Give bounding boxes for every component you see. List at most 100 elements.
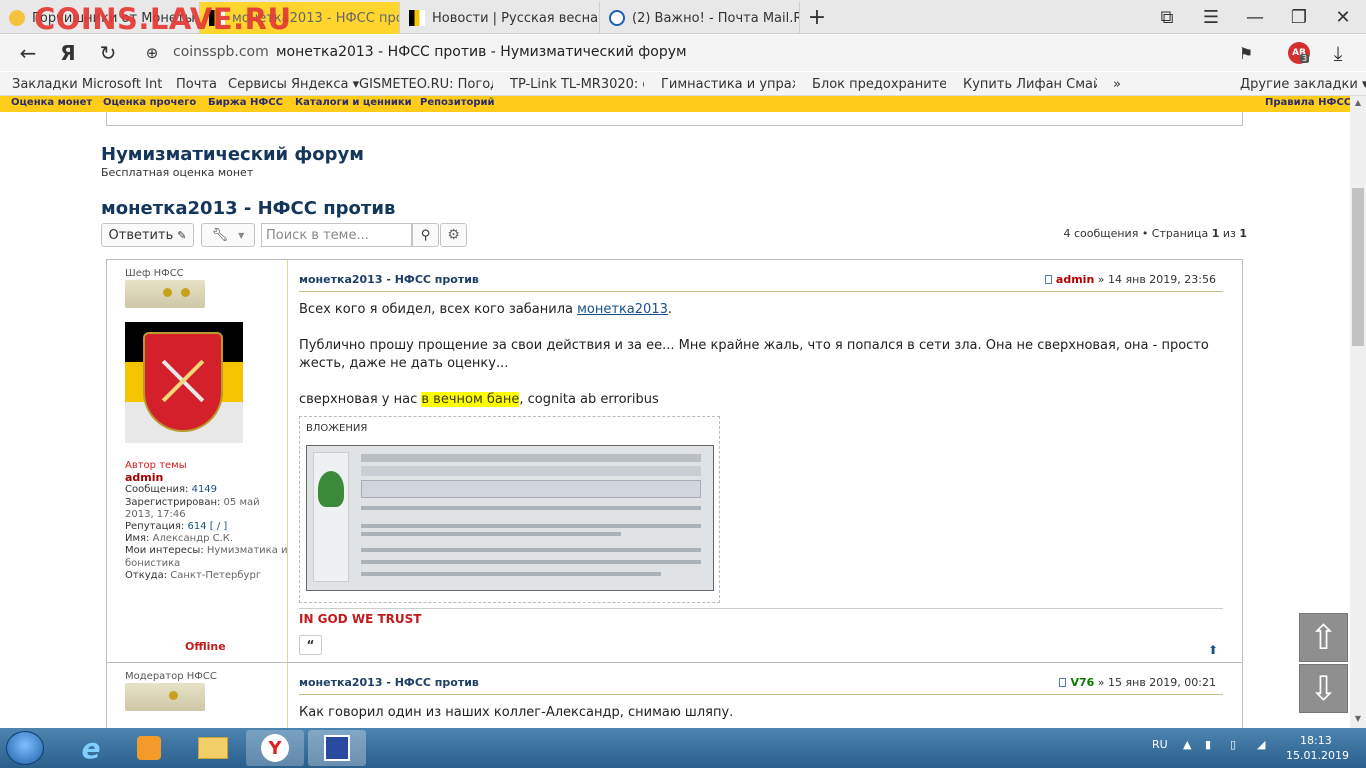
nav-link[interactable]: Репозиторий — [420, 97, 495, 108]
attachments-box: ВЛОЖЕНИЯ — [299, 416, 720, 603]
scrollbar-thumb[interactable] — [1352, 188, 1364, 346]
forum-subtitle: Бесплатная оценка монет — [101, 166, 254, 179]
attachment-thumbnail[interactable] — [306, 445, 714, 591]
search-icon: ⚲ — [420, 227, 431, 243]
thumb-line — [361, 548, 701, 552]
star-icon — [169, 691, 178, 700]
back-to-top-icon[interactable]: ⬆ — [1208, 643, 1218, 657]
nav-rules-link[interactable]: Правила НФСС — [1265, 97, 1351, 108]
clock-date[interactable]: 15.01.2019 — [1286, 749, 1349, 762]
yandex-browser-icon[interactable]: Y — [246, 730, 304, 766]
download-icon[interactable]: ⤓ — [1326, 41, 1350, 65]
wrench-icon: 🔧︎ — [211, 227, 229, 243]
scroll-up-button[interactable]: ⇧ — [1299, 613, 1348, 662]
bookmark-item[interactable]: Купить Лифан Смайли — [963, 77, 1097, 92]
volume-icon[interactable]: ◢ — [1257, 738, 1265, 751]
media-player-icon[interactable] — [120, 730, 178, 766]
scroll-up-arrow-icon[interactable]: ▲ — [1352, 98, 1364, 107]
url-domain[interactable]: coinsspb.com — [173, 44, 269, 60]
back-arrow-icon[interactable]: ← — [16, 41, 40, 65]
post-link-icon[interactable] — [1044, 275, 1052, 284]
scroll-down-button[interactable]: ⇩ — [1299, 664, 1348, 713]
reload-icon[interactable]: ↻ — [96, 41, 120, 65]
nav-link[interactable]: Оценка прочего — [103, 97, 196, 108]
yandex-logo[interactable]: Я — [56, 41, 80, 65]
bookmark-item[interactable]: Блок предохранителей — [812, 77, 946, 92]
search-button[interactable]: ⚲ — [412, 223, 439, 247]
post-link-icon[interactable] — [1059, 678, 1067, 687]
frog-avatar-icon — [318, 471, 344, 507]
adblock-count: 3 — [1300, 54, 1310, 63]
reply-button[interactable]: Ответить ✎ — [101, 223, 194, 247]
signature: IN GOD WE TRUST — [299, 612, 422, 626]
star-icon — [181, 288, 190, 297]
author-name[interactable]: admin — [125, 471, 290, 484]
post-meta: V76 » 15 янв 2019, 00:21 — [1059, 676, 1216, 689]
post-title[interactable]: монетка2013 - НФСС против — [299, 273, 479, 286]
post-author[interactable]: admin — [1056, 273, 1094, 286]
minimize-icon[interactable]: — — [1244, 6, 1266, 28]
bookmark-item[interactable]: Закладки Microsoft Inte — [12, 77, 162, 92]
reputation[interactable]: 614 [ / ] — [187, 521, 227, 532]
tray-expand-icon[interactable]: ▲ — [1183, 738, 1191, 751]
topic-search-input[interactable] — [261, 223, 412, 247]
topic-tools-button[interactable]: 🔧︎ ▼ — [201, 223, 255, 247]
smiley-icon — [9, 10, 25, 26]
bookmark-item[interactable]: GISMETEO.RU: Погода — [359, 77, 493, 92]
tab-russkaya-vesna[interactable]: Новости | Русская весна — [400, 2, 600, 34]
post-profile: Модератор НФСС — [125, 671, 290, 711]
post-text: Как говорил один из наших коллег-Алексан… — [299, 705, 734, 720]
header-box — [106, 112, 1243, 126]
start-button[interactable] — [6, 731, 44, 765]
thumb-bar — [361, 454, 701, 462]
rank-insignia — [125, 280, 205, 308]
language-indicator[interactable]: RU — [1152, 738, 1168, 751]
topic-title[interactable]: монетка2013 - НФСС против — [101, 198, 395, 219]
gear-icon: ⚙ — [447, 227, 460, 243]
network-icon[interactable]: ▮ — [1205, 738, 1211, 751]
nav-link[interactable]: Каталоги и ценники — [295, 97, 412, 108]
other-bookmarks[interactable]: Другие закладки ▾ — [1240, 77, 1366, 92]
new-tab-button[interactable]: + — [806, 5, 828, 30]
tab-mail-ru[interactable]: (2) Важно! - Почта Mail.Ru — [600, 2, 800, 34]
bookmarks-overflow[interactable]: » — [1113, 77, 1121, 92]
menu-icon[interactable]: ☰ — [1200, 6, 1222, 28]
ie-icon[interactable]: e — [62, 730, 120, 766]
advanced-search-button[interactable]: ⚙ — [440, 223, 467, 247]
post-meta: admin » 14 янв 2019, 23:56 — [1044, 273, 1216, 286]
bookmark-item[interactable]: Гимнастика и упражне — [661, 77, 795, 92]
page-total[interactable]: 1 — [1239, 227, 1247, 240]
messages-count[interactable]: 4149 — [192, 484, 217, 495]
post-author[interactable]: V76 — [1070, 676, 1094, 689]
mail-at-icon — [609, 10, 625, 26]
folder-icon[interactable] — [184, 730, 242, 766]
scroll-down-arrow-icon[interactable]: ▼ — [1352, 714, 1364, 723]
clock-time[interactable]: 18:13 — [1300, 734, 1332, 747]
bookmark-flag-icon[interactable]: ⚑ — [1234, 41, 1258, 65]
forum-title[interactable]: Нумизматический форум — [101, 144, 364, 165]
bookmark-item[interactable]: TP-Link TL-MR3020: об — [510, 77, 644, 92]
chevron-down-icon: ▼ — [238, 230, 245, 240]
user-link[interactable]: монетка2013 — [577, 302, 668, 317]
save-app-icon[interactable] — [308, 730, 366, 766]
quote-button[interactable]: “ — [299, 635, 322, 655]
bookmark-item[interactable]: Почта — [176, 77, 217, 92]
post-title[interactable]: монетка2013 - НФСС против — [299, 676, 479, 689]
battery-icon[interactable]: ▯ — [1230, 738, 1236, 751]
attachments-label: ВЛОЖЕНИЯ — [306, 423, 368, 434]
address-bar: ← Я ↻ ⊕ coinsspb.com монетка2013 - НФСС … — [0, 35, 1366, 71]
restore-icon[interactable]: ❐ — [1288, 6, 1310, 28]
close-icon[interactable]: ✕ — [1332, 6, 1354, 28]
url-page-title[interactable]: монетка2013 - НФСС против - Нумизматичес… — [276, 44, 687, 60]
site-info-icon[interactable]: ⊕ — [140, 41, 164, 65]
nav-link[interactable]: Биржа НФСС — [208, 97, 283, 108]
star-icon — [163, 288, 172, 297]
thumb-bar — [361, 466, 701, 476]
nav-link[interactable]: Оценка монет — [11, 97, 92, 108]
post-profile: Шеф НФСС Автор темы admin Сообщения: 414… — [125, 268, 290, 582]
bookmark-item[interactable]: Сервисы Яндекса ▾ — [228, 77, 359, 92]
post-text: сверхновая у нас в вечном бане, cognita … — [299, 392, 659, 407]
user-rank: Шеф НФСС — [125, 268, 184, 279]
real-name: Александр С.К. — [152, 533, 234, 545]
bookmarks-manager-icon[interactable]: ⧉ — [1156, 6, 1178, 28]
